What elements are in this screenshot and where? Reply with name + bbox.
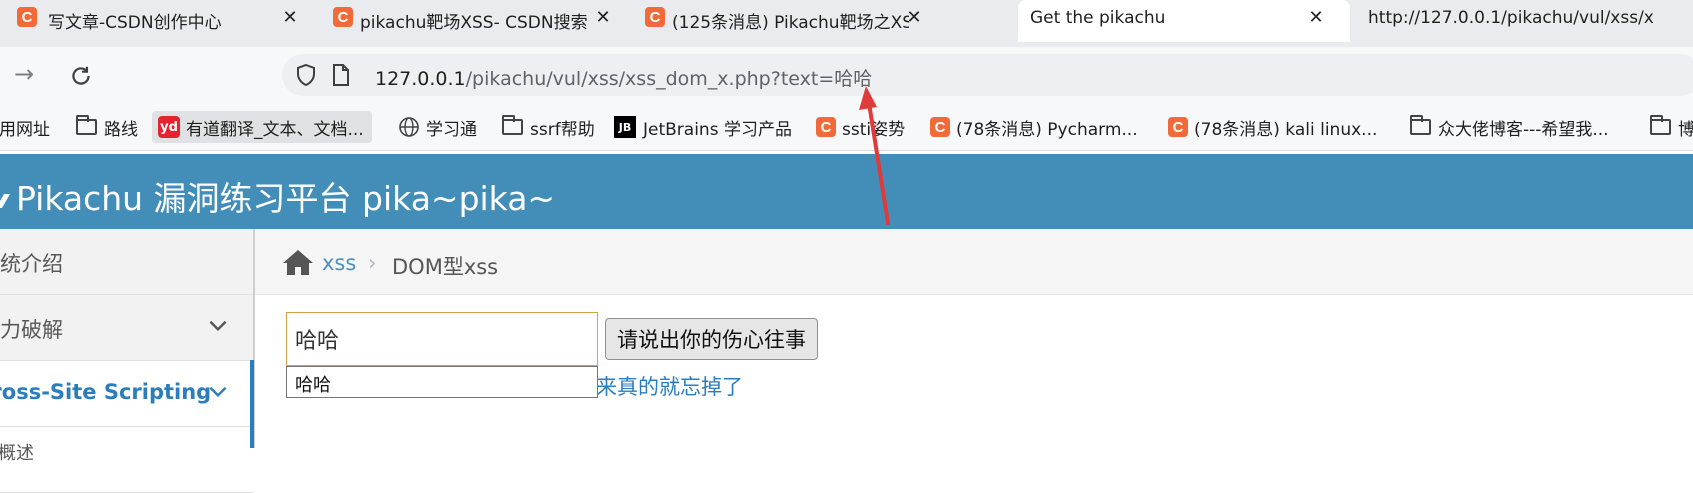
bookmark-item[interactable]: 学习通 — [398, 111, 477, 143]
text-input[interactable] — [286, 312, 598, 366]
url-text[interactable]: 127.0.0.1/pikachu/vul/xss/xss_dom_x.php?… — [375, 64, 872, 91]
bookmark-item[interactable]: 常用网址 — [0, 111, 50, 143]
bookmark-label: ssti姿势 — [842, 119, 906, 140]
autocomplete-suggestion[interactable]: 哈哈 — [295, 371, 331, 397]
youdao-icon: yd — [158, 116, 180, 138]
sidebar: 系统介绍 暴力破解 Cross-Site Scripting 概述 — [0, 229, 255, 493]
close-icon[interactable]: ✕ — [1306, 7, 1326, 28]
sidebar-item-label: Cross-Site Scripting — [0, 380, 212, 404]
tab-get-the-pikachu[interactable]: Get the pikachu ✕ — [1018, 0, 1350, 42]
bookmark-item[interactable]: ssrf帮助 — [502, 111, 595, 143]
site-header: Pikachu 漏洞练习平台 pika~pika~ — [0, 154, 1693, 229]
bookmark-label: 博 — [1678, 119, 1693, 140]
tab-csdn-search[interactable]: C pikachu靶场XSS- CSDN搜索 ✕ — [323, 0, 636, 42]
address-bar[interactable]: 127.0.0.1/pikachu/vul/xss/xss_dom_x.php?… — [282, 54, 1693, 96]
site-title-text: Pikachu 漏洞练习平台 pika~pika~ — [16, 179, 556, 218]
autocomplete-dropdown[interactable]: 哈哈 — [286, 366, 598, 398]
close-icon[interactable]: ✕ — [904, 7, 924, 28]
bookmark-label: ssrf帮助 — [530, 119, 595, 140]
sidebar-item-intro[interactable]: 系统介绍 — [0, 229, 253, 295]
breadcrumb-separator: › — [368, 251, 377, 275]
bookmark-label: 众大佬博客---希望我... — [1438, 119, 1609, 140]
sidebar-item-label: 系统介绍 — [0, 252, 63, 276]
sidebar-item-xss[interactable]: Cross-Site Scripting — [0, 361, 253, 427]
sidebar-active-indicator — [250, 360, 254, 448]
reload-icon[interactable] — [68, 63, 94, 89]
page-icon[interactable] — [332, 64, 350, 86]
dom-output-link[interactable]: 来真的就忘掉了 — [596, 371, 743, 401]
logo-leaf-icon — [0, 193, 11, 208]
tab-localhost[interactable]: http://127.0.0.1/pikachu/vul/xss/x — [1350, 0, 1693, 42]
sidebar-subitem-overview[interactable]: 概述 — [0, 427, 253, 493]
close-icon[interactable]: ✕ — [593, 7, 613, 28]
forward-arrow-icon[interactable]: → — [14, 60, 34, 88]
folder-icon — [76, 115, 97, 135]
bookmark-item[interactable]: yd 有道翻译_文本、文档... — [152, 111, 372, 143]
url-path: /pikachu/vul/xss/xss_dom_x.php?text=哈哈 — [465, 68, 873, 90]
close-icon[interactable]: ✕ — [280, 7, 300, 28]
folder-icon — [1650, 115, 1671, 135]
bookmark-label: (78条消息) kali linux... — [1194, 119, 1378, 140]
bookmark-item[interactable]: JB JetBrains 学习产品 — [614, 111, 792, 143]
breadcrumb: xss › DOM型xss — [255, 229, 1693, 295]
chevron-down-icon — [209, 320, 227, 332]
bookmark-item[interactable]: C (78条消息) Pycharm... — [930, 111, 1138, 143]
bookmark-label: 有道翻译_文本、文档... — [186, 119, 364, 140]
folder-icon — [1410, 115, 1431, 135]
bookmark-item[interactable]: 路线 — [76, 111, 138, 143]
bookmark-label: (78条消息) Pycharm... — [956, 119, 1138, 140]
csdn-c-icon: C — [333, 7, 353, 27]
browser-toolbar: → 127.0.0.1/pikachu/vul/xss/xss_dom_x.ph… — [0, 47, 1693, 103]
sidebar-item-label: 暴力破解 — [0, 318, 63, 342]
jetbrains-icon: JB — [614, 116, 636, 138]
breadcrumb-link-xss[interactable]: xss — [322, 251, 356, 275]
shield-icon[interactable] — [295, 63, 317, 87]
tab-title: (125条消息) Pikachu靶场之XSS — [672, 13, 909, 33]
bookmark-label: 学习通 — [426, 119, 477, 140]
bookmark-item[interactable]: C ssti姿势 — [816, 111, 905, 143]
chevron-down-icon — [209, 386, 227, 398]
csdn-c-icon: C — [645, 7, 665, 27]
bookmarks-bar: 常用网址 路线 yd 有道翻译_文本、文档... 学习通 ssrf帮助 JB J… — [0, 103, 1693, 151]
url-host: 127.0.0.1 — [375, 68, 466, 90]
breadcrumb-current: DOM型xss — [392, 255, 499, 279]
bookmark-label: JetBrains 学习产品 — [643, 119, 792, 140]
home-icon[interactable] — [282, 248, 314, 276]
bookmark-label: 路线 — [104, 119, 138, 140]
tab-title: pikachu靶场XSS- CSDN搜索 — [360, 13, 588, 33]
bookmark-label: 常用网址 — [0, 119, 50, 140]
sidebar-item-brute-force[interactable]: 暴力破解 — [0, 295, 253, 361]
tab-title: http://127.0.0.1/pikachu/vul/xss/x — [1368, 8, 1654, 28]
tab-title: Get the pikachu — [1030, 8, 1166, 28]
site-title[interactable]: Pikachu 漏洞练习平台 pika~pika~ — [0, 172, 555, 220]
tab-csdn-write[interactable]: C 写文章-CSDN创作中心 ✕ — [0, 0, 323, 42]
csdn-c-icon: C — [930, 117, 950, 137]
tab-csdn-messages[interactable]: C (125条消息) Pikachu靶场之XSS ✕ — [636, 0, 942, 42]
folder-icon — [502, 115, 523, 135]
csdn-c-icon: C — [1168, 117, 1188, 137]
bookmark-item[interactable]: 博 — [1650, 111, 1693, 143]
globe-icon — [399, 117, 419, 137]
tab-strip: C 写文章-CSDN创作中心 ✕ C pikachu靶场XSS- CSDN搜索 … — [0, 0, 1693, 47]
bookmark-item[interactable]: C (78条消息) kali linux... — [1168, 111, 1377, 143]
submit-button[interactable]: 请说出你的伤心往事 — [605, 318, 818, 360]
csdn-c-icon: C — [816, 117, 836, 137]
tab-title: 写文章-CSDN创作中心 — [48, 13, 222, 33]
csdn-c-icon: C — [17, 7, 37, 27]
sidebar-item-label: 概述 — [0, 443, 34, 464]
bookmark-item[interactable]: 众大佬博客---希望我... — [1410, 111, 1609, 143]
